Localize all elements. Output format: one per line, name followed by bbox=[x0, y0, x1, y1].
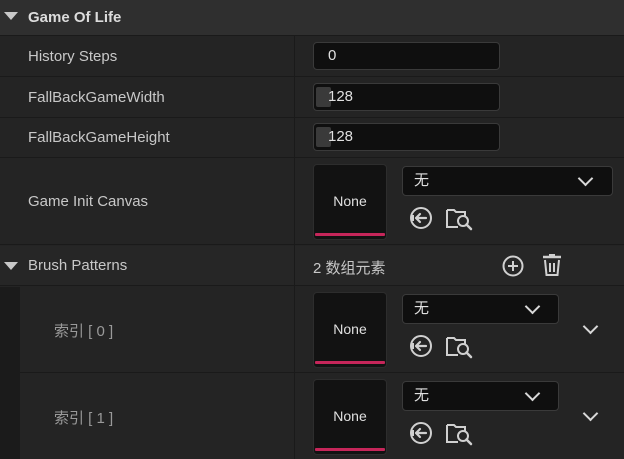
use-selected-arrow-icon[interactable] bbox=[408, 205, 434, 231]
thumbnail-accent-bar bbox=[315, 233, 385, 236]
chevron-down-icon bbox=[524, 298, 541, 315]
asset-picker-combo[interactable]: 无 bbox=[402, 294, 559, 324]
add-element-icon[interactable] bbox=[501, 254, 525, 278]
asset-thumbnail[interactable]: None bbox=[313, 379, 387, 455]
delete-all-trash-icon[interactable] bbox=[540, 253, 564, 278]
fallback-width-input[interactable]: 128 bbox=[313, 83, 500, 111]
chevron-down-icon bbox=[524, 385, 541, 402]
fallback-height-label: FallBackGameHeight bbox=[28, 129, 170, 146]
asset-thumbnail[interactable]: None bbox=[313, 164, 387, 240]
expand-arrow-icon[interactable] bbox=[4, 12, 18, 20]
chevron-down-icon bbox=[577, 170, 594, 187]
array-count-text: 2 数组元素 bbox=[313, 260, 386, 277]
expand-arrow-icon[interactable] bbox=[4, 262, 18, 270]
game-init-canvas-label: Game Init Canvas bbox=[28, 193, 149, 210]
thumbnail-label: None bbox=[333, 321, 367, 337]
fallback-height-input[interactable]: 128 bbox=[313, 123, 500, 151]
asset-thumbnail[interactable]: None bbox=[313, 292, 387, 368]
array-index-label: 索引 [ 1 ] bbox=[54, 410, 114, 427]
folder-search-icon[interactable] bbox=[445, 420, 473, 446]
column-splitter[interactable] bbox=[294, 36, 295, 459]
history-steps-input[interactable]: 0 bbox=[313, 42, 500, 70]
array-index-label: 索引 [ 0 ] bbox=[54, 323, 114, 340]
asset-picker-combo[interactable]: 无 bbox=[402, 381, 559, 411]
use-selected-arrow-icon[interactable] bbox=[408, 333, 434, 359]
thumbnail-label: None bbox=[333, 408, 367, 424]
fallback-width-label: FallBackGameWidth bbox=[28, 89, 165, 106]
folder-search-icon[interactable] bbox=[445, 205, 473, 231]
folder-search-icon[interactable] bbox=[445, 333, 473, 359]
category-title: Game Of Life bbox=[28, 9, 122, 26]
indent-guide bbox=[0, 374, 20, 459]
thumbnail-accent-bar bbox=[315, 361, 385, 364]
history-steps-label: History Steps bbox=[28, 48, 118, 65]
brush-patterns-label: Brush Patterns bbox=[28, 257, 128, 274]
use-selected-arrow-icon[interactable] bbox=[408, 420, 434, 446]
thumbnail-accent-bar bbox=[315, 448, 385, 451]
asset-picker-combo[interactable]: 无 bbox=[402, 166, 613, 196]
thumbnail-label: None bbox=[333, 193, 367, 209]
